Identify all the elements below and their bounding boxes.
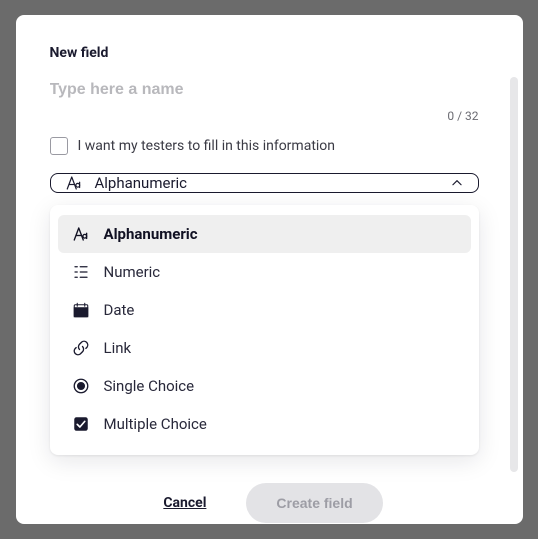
modal-title: New field [50, 45, 497, 61]
field-type-current: Alphanumeric [95, 174, 438, 192]
option-date[interactable]: Date [58, 291, 471, 329]
char-counter: 0 / 32 [50, 109, 497, 123]
cancel-button[interactable]: Cancel [163, 495, 206, 511]
option-label: Multiple Choice [104, 415, 207, 433]
text-icon [65, 174, 83, 192]
numeric-icon [72, 263, 90, 281]
new-field-modal: New field 0 / 32 I want my testers to fi… [16, 15, 523, 524]
option-label: Numeric [104, 263, 161, 281]
tester-fill-label: I want my testers to fill in this inform… [78, 138, 336, 154]
field-name-input[interactable] [50, 77, 479, 103]
create-field-button[interactable]: Create field [246, 483, 382, 523]
option-link[interactable]: Link [58, 329, 471, 367]
tester-fill-row[interactable]: I want my testers to fill in this inform… [50, 137, 497, 155]
link-icon [72, 339, 90, 357]
option-label: Link [104, 339, 132, 357]
text-icon [72, 225, 90, 243]
multiple-choice-icon [72, 415, 90, 433]
option-label: Single Choice [104, 377, 195, 395]
date-icon [72, 301, 90, 319]
option-multiple-choice[interactable]: Multiple Choice [58, 405, 471, 443]
option-label: Alphanumeric [104, 225, 198, 243]
single-choice-icon [72, 377, 90, 395]
field-type-select[interactable]: Alphanumeric [50, 173, 479, 193]
scrollbar[interactable] [510, 77, 518, 472]
option-numeric[interactable]: Numeric [58, 253, 471, 291]
option-alphanumeric[interactable]: Alphanumeric [58, 215, 471, 253]
modal-footer: Cancel Create field [50, 483, 497, 523]
field-type-dropdown: Alphanumeric Numeric [50, 205, 479, 455]
tester-fill-checkbox[interactable] [50, 137, 68, 155]
chevron-up-icon [450, 176, 464, 190]
option-label: Date [104, 301, 135, 319]
option-single-choice[interactable]: Single Choice [58, 367, 471, 405]
